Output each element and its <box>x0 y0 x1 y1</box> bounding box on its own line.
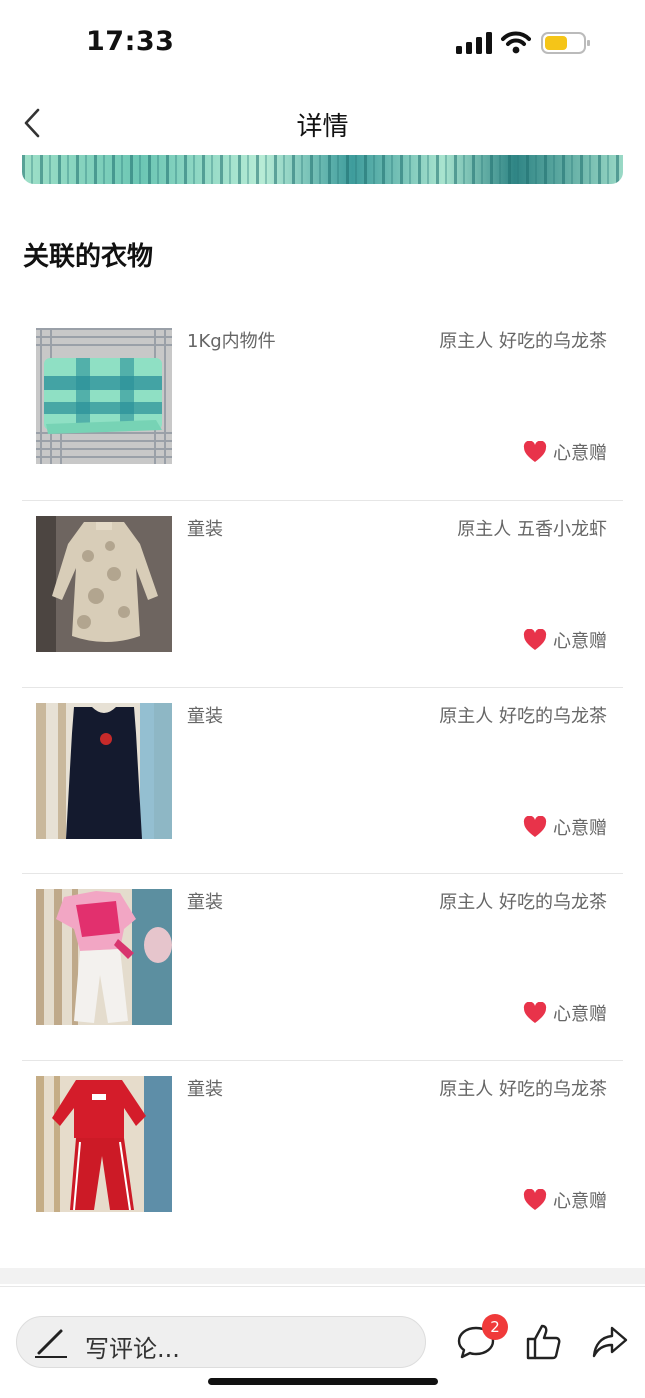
cover-image-strip <box>22 155 623 184</box>
heart-icon <box>523 441 547 462</box>
clothing-list-item[interactable]: 童装 原主人 好吃的乌龙茶 心意赠 <box>22 688 623 874</box>
gift-tag: 心意赠 <box>523 1000 607 1026</box>
thumbs-up-icon[interactable] <box>525 1323 561 1361</box>
gift-tag: 心意赠 <box>523 439 607 465</box>
heart-icon <box>523 1189 547 1210</box>
item-category: 童装 <box>187 1079 223 1100</box>
comment-placeholder: 写评论... <box>85 1335 180 1363</box>
comment-count-badge: 2 <box>482 1314 508 1340</box>
gift-tag: 心意赠 <box>523 814 607 840</box>
gift-tag: 心意赠 <box>523 1187 607 1213</box>
comment-input[interactable]: 写评论... <box>16 1316 426 1368</box>
home-indicator <box>208 1378 438 1385</box>
item-owner: 原主人 好吃的乌龙茶 <box>439 1079 607 1100</box>
share-icon[interactable] <box>592 1325 628 1359</box>
item-owner: 原主人 好吃的乌龙茶 <box>439 706 607 727</box>
clothing-list-item[interactable]: 童装 原主人 好吃的乌龙茶 心意赠 <box>22 1061 623 1247</box>
clothing-list-item[interactable]: 童装 原主人 五香小龙虾 心意赠 <box>22 501 623 687</box>
gift-tag: 心意赠 <box>523 627 607 653</box>
bottom-action-bar: 写评论... 2 <box>0 1286 645 1398</box>
gift-tag-label: 心意赠 <box>553 443 607 464</box>
heart-icon <box>523 816 547 837</box>
cellular-signal-icon <box>456 32 492 54</box>
detail-page: 17:33 详情 关联的衣物 1Kg内物件 原主人 好吃的乌龙茶 心意赠 童装 … <box>0 0 645 1398</box>
item-category: 童装 <box>187 706 223 727</box>
status-time: 17:33 <box>86 26 175 57</box>
clothing-list-item[interactable]: 1Kg内物件 原主人 好吃的乌龙茶 心意赠 <box>22 313 623 499</box>
section-gap <box>0 1268 645 1284</box>
clothing-list-item[interactable]: 童装 原主人 好吃的乌龙茶 心意赠 <box>22 874 623 1060</box>
item-thumbnail <box>36 1076 172 1212</box>
wifi-icon <box>501 31 531 54</box>
item-owner: 原主人 五香小龙虾 <box>457 519 607 540</box>
gift-tag-label: 心意赠 <box>553 631 607 652</box>
item-thumbnail <box>36 889 172 1025</box>
item-owner: 原主人 好吃的乌龙茶 <box>439 892 607 913</box>
gift-tag-label: 心意赠 <box>553 1004 607 1025</box>
item-category: 童装 <box>187 519 223 540</box>
item-category: 童装 <box>187 892 223 913</box>
gift-tag-label: 心意赠 <box>553 1191 607 1212</box>
item-thumbnail <box>36 703 172 839</box>
battery-icon <box>541 32 590 54</box>
section-title: 关联的衣物 <box>23 242 154 272</box>
item-thumbnail <box>36 328 172 464</box>
item-owner: 原主人 好吃的乌龙茶 <box>439 331 607 352</box>
heart-icon <box>523 629 547 650</box>
status-bar: 17:33 <box>0 0 645 88</box>
page-title: 详情 <box>296 112 349 142</box>
item-category: 1Kg内物件 <box>187 331 276 352</box>
nav-bar: 详情 <box>0 88 645 158</box>
gift-tag-label: 心意赠 <box>553 818 607 839</box>
pen-icon <box>35 1329 67 1358</box>
item-thumbnail <box>36 516 172 652</box>
heart-icon <box>523 1002 547 1023</box>
